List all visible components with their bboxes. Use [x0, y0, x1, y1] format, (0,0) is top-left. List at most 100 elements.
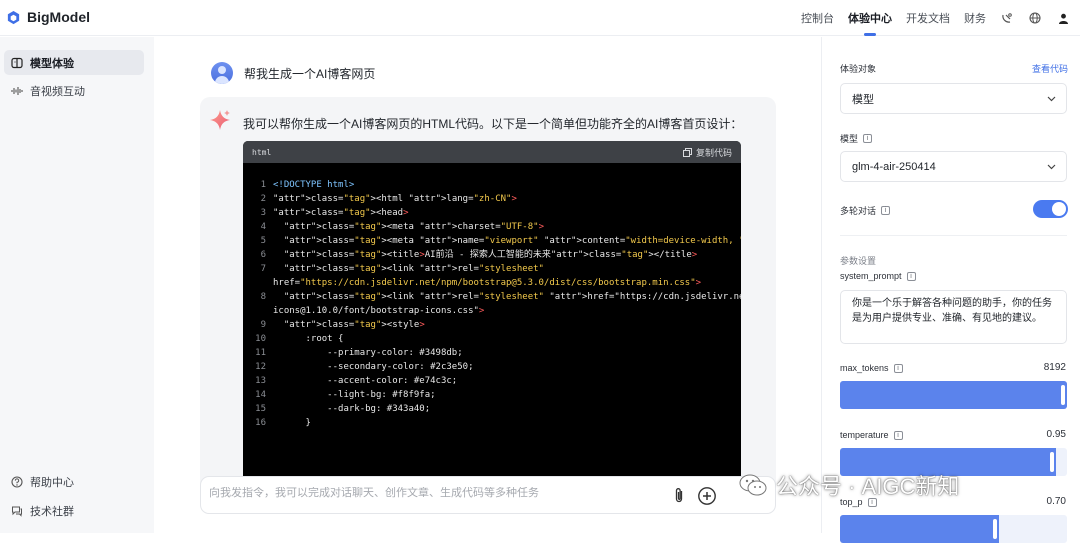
- model-select[interactable]: glm-4-air-250414: [840, 151, 1067, 182]
- user-avatar: [211, 62, 233, 84]
- code-line: 13 --accent-color: #e74c3c;: [243, 374, 741, 388]
- code-text: "attr">class="tag"><head>: [273, 208, 409, 218]
- info-icon[interactable]: i: [893, 430, 903, 440]
- nav-console[interactable]: 控制台: [801, 0, 834, 36]
- assistant-intro: 我可以帮你生成一个AI博客网页的HTML代码。以下是一个简单但功能齐全的AI博客…: [243, 117, 743, 131]
- satellite-icon[interactable]: [1000, 11, 1014, 25]
- user-icon[interactable]: [1056, 11, 1070, 25]
- model-select-value: glm-4-air-250414: [852, 160, 936, 173]
- user-message-row: 帮我生成一个AI博客网页: [211, 62, 375, 84]
- sidebar-item-label: 音视频互动: [30, 85, 85, 98]
- line-number: 8: [260, 292, 266, 302]
- line-number: 5: [260, 236, 266, 246]
- chat-area: 帮我生成一个AI博客网页 我可以帮你生成一个AI博客网页的HTML代码。以下是一…: [154, 37, 820, 533]
- code-text: "attr">class="tag"><meta "attr">name="vi…: [283, 236, 741, 246]
- help-icon: [11, 475, 23, 488]
- chat-input-box: [200, 476, 776, 514]
- top-bar: BigModel 控制台 体验中心 开发文档 财务: [0, 0, 1080, 36]
- sidebar-item-help[interactable]: 帮助中心: [4, 469, 144, 494]
- settings-panel: 体验对象 查看代码 模型 模型 i glm-4-air-250414 多轮对话 …: [821, 37, 1080, 543]
- max-tokens-slider[interactable]: [840, 381, 1067, 409]
- sidebar-item-model-experience[interactable]: 模型体验: [4, 50, 144, 75]
- line-number: 4: [260, 222, 266, 232]
- sidebar-item-av-interaction[interactable]: 音视频互动: [4, 78, 144, 103]
- code-line: 11 --primary-color: #3498db;: [243, 346, 741, 360]
- model-label-row: 模型 i: [840, 132, 873, 145]
- user-message: 帮我生成一个AI博客网页: [244, 66, 376, 81]
- line-number: 1: [260, 180, 266, 190]
- chat-input[interactable]: [209, 487, 649, 499]
- code-line: 1 <!DOCTYPE html>: [243, 178, 741, 192]
- code-text: "attr">class="tag"><link "attr">rel="sty…: [283, 292, 741, 302]
- code-line: 3 "attr">class="tag"><head>: [243, 206, 741, 220]
- divider: [840, 235, 1067, 236]
- max-tokens-value: 8192: [1043, 362, 1066, 373]
- model-icon: [11, 57, 23, 69]
- code-header: html 复制代码: [243, 141, 741, 163]
- top-nav: 控制台 体验中心 开发文档 财务: [801, 0, 1070, 36]
- info-icon[interactable]: i: [906, 271, 916, 281]
- brand-logo[interactable]: BigModel: [6, 9, 90, 25]
- waveform-icon: [11, 85, 23, 97]
- info-icon[interactable]: i: [881, 206, 891, 215]
- multi-turn-toggle[interactable]: [1033, 200, 1068, 218]
- code-line: 14 --light-bg: #f8f9fa;: [243, 388, 741, 402]
- temperature-label-row: temperature i: [840, 430, 903, 440]
- nav-docs[interactable]: 开发文档: [906, 0, 950, 36]
- system-prompt-field[interactable]: 你是一个乐于解答各种问题的助手，你的任务是为用户提供专业、准确、有见地的建议。: [840, 290, 1067, 344]
- line-number: [243, 304, 273, 318]
- line-number: 11: [255, 348, 266, 358]
- attachment-icon[interactable]: [671, 487, 687, 505]
- code-line: 10 :root {: [243, 332, 741, 346]
- line-number: 15: [255, 404, 266, 414]
- code-line: 8 "attr">class="tag"><link "attr">rel="s…: [243, 290, 741, 304]
- code-text: "attr">class="tag"><meta "attr">charset=…: [283, 222, 544, 232]
- line-number: 14: [255, 390, 266, 400]
- code-line: 2 "attr">class="tag"><html "attr">lang="z…: [243, 192, 741, 206]
- info-icon[interactable]: i: [863, 134, 873, 143]
- code-text: :root {: [273, 334, 344, 344]
- code-text: }: [273, 418, 311, 428]
- watermark-text: 公众号 · AIGC新知: [776, 474, 960, 499]
- code-line: 5 "attr">class="tag"><meta "attr">name="…: [243, 234, 741, 248]
- info-icon[interactable]: i: [893, 363, 903, 373]
- code-line: 15 --dark-bg: #343a40;: [243, 402, 741, 416]
- nav-experience-center[interactable]: 体验中心: [848, 0, 892, 36]
- line-number: [243, 276, 273, 290]
- sidebar-item-community[interactable]: 技术社群: [4, 498, 144, 523]
- view-code-link[interactable]: 查看代码: [1032, 62, 1068, 75]
- chevron-down-icon: [1047, 164, 1056, 169]
- slider-fill: [840, 381, 1067, 409]
- copy-icon: [682, 147, 692, 157]
- copy-code-button[interactable]: 复制代码: [682, 146, 732, 159]
- nav-finance[interactable]: 财务: [964, 0, 986, 36]
- target-select[interactable]: 模型: [840, 83, 1067, 114]
- code-line: 12 --secondary-color: #2c3e50;: [243, 360, 741, 374]
- code-block: html 复制代码 1 <!DOCTYPE html> 2 "attr">class=…: [243, 141, 741, 507]
- brand-name: BigModel: [27, 9, 90, 25]
- temperature-value: 0.95: [1046, 429, 1066, 440]
- line-number: 16: [255, 418, 266, 428]
- sidebar-item-label: 帮助中心: [30, 476, 74, 489]
- code-text: "attr">class="tag"><title>AI前沿 - 探索人工智能的…: [283, 250, 698, 260]
- system-prompt-label-row: system_prompt i: [840, 271, 916, 281]
- code-text: --light-bg: #f8f9fa;: [273, 390, 436, 400]
- sparkle-icon: [210, 110, 230, 130]
- temperature-label: temperature: [840, 430, 889, 440]
- top-p-slider[interactable]: [840, 515, 1067, 543]
- slider-handle[interactable]: [993, 519, 997, 539]
- sidebar-item-label: 技术社群: [30, 505, 74, 518]
- code-content: 1 <!DOCTYPE html> 2 "attr">class="tag"><htm…: [243, 163, 741, 430]
- chat-icon: [11, 505, 23, 517]
- slider-handle[interactable]: [1061, 385, 1065, 405]
- multi-turn-label-row: 多轮对话 i: [840, 204, 891, 217]
- code-text: icons@1.10.0/font/bootstrap-icons.css">: [273, 306, 485, 316]
- multi-turn-label: 多轮对话: [840, 206, 877, 216]
- globe-icon[interactable]: [1028, 11, 1042, 25]
- line-number: 12: [255, 362, 266, 372]
- add-icon[interactable]: [697, 486, 717, 506]
- line-number: 6: [260, 250, 266, 260]
- copy-code-label: 复制代码: [695, 147, 732, 158]
- slider-handle[interactable]: [1050, 452, 1054, 472]
- code-text: --dark-bg: #343a40;: [273, 404, 431, 414]
